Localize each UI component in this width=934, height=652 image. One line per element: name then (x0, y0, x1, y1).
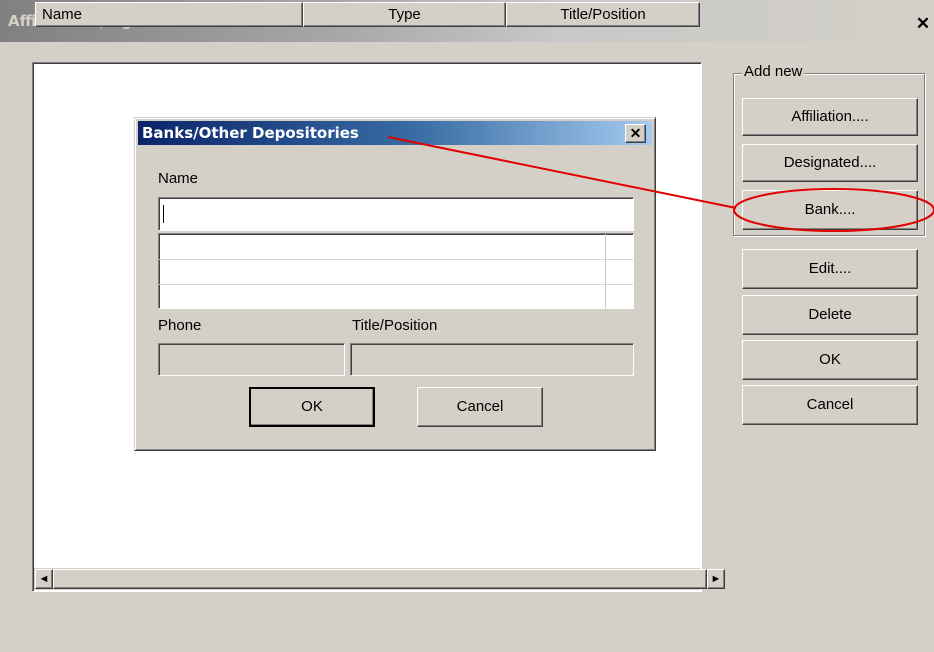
annotation-overlay (387, 136, 934, 232)
annotation-arrow-line (387, 136, 737, 209)
annotation-highlight-ellipse (733, 188, 934, 232)
